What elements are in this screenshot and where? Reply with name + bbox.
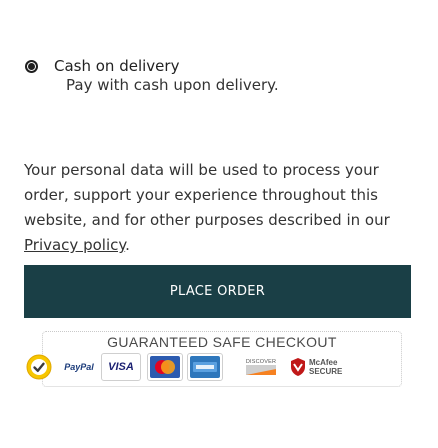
- visa-icon: VISA: [101, 353, 141, 381]
- payment-option-description: Pay with cash upon delivery.: [66, 76, 279, 94]
- payment-option-cod[interactable]: Cash on delivery: [25, 57, 179, 75]
- norton-secure-icon: [25, 353, 53, 381]
- guaranteed-checkout-box: GUARANTEED SAFE CHECKOUT PayPal VISA DIS…: [26, 331, 402, 387]
- privacy-notice-end: .: [125, 236, 130, 254]
- privacy-policy-link[interactable]: Privacy policy: [24, 236, 125, 254]
- radio-button[interactable]: [25, 59, 38, 73]
- privacy-notice-text: Your personal data will be used to proce…: [24, 161, 390, 229]
- mastercard-icon: [147, 353, 183, 381]
- mcafee-secure-icon: McAfee SECURE: [289, 353, 349, 381]
- paypal-label: PayPal: [64, 362, 94, 372]
- guarantee-title: GUARANTEED SAFE CHECKOUT: [107, 334, 337, 350]
- visa-label: VISA: [108, 361, 134, 373]
- mcafee-secure-label: SECURE: [309, 367, 343, 376]
- amex-icon: [187, 353, 223, 381]
- privacy-notice: Your personal data will be used to proce…: [24, 158, 424, 258]
- place-order-button[interactable]: PLACE ORDER: [24, 265, 411, 318]
- mcafee-label: McAfee: [309, 358, 338, 367]
- paypal-icon: PayPal: [61, 353, 97, 381]
- radio-selected-dot: [28, 62, 35, 70]
- payment-badges: PayPal VISA DISCOVER McAfee SECURE: [26, 353, 401, 383]
- discover-icon: DISCOVER: [241, 353, 281, 381]
- payment-option-label: Cash on delivery: [54, 57, 180, 75]
